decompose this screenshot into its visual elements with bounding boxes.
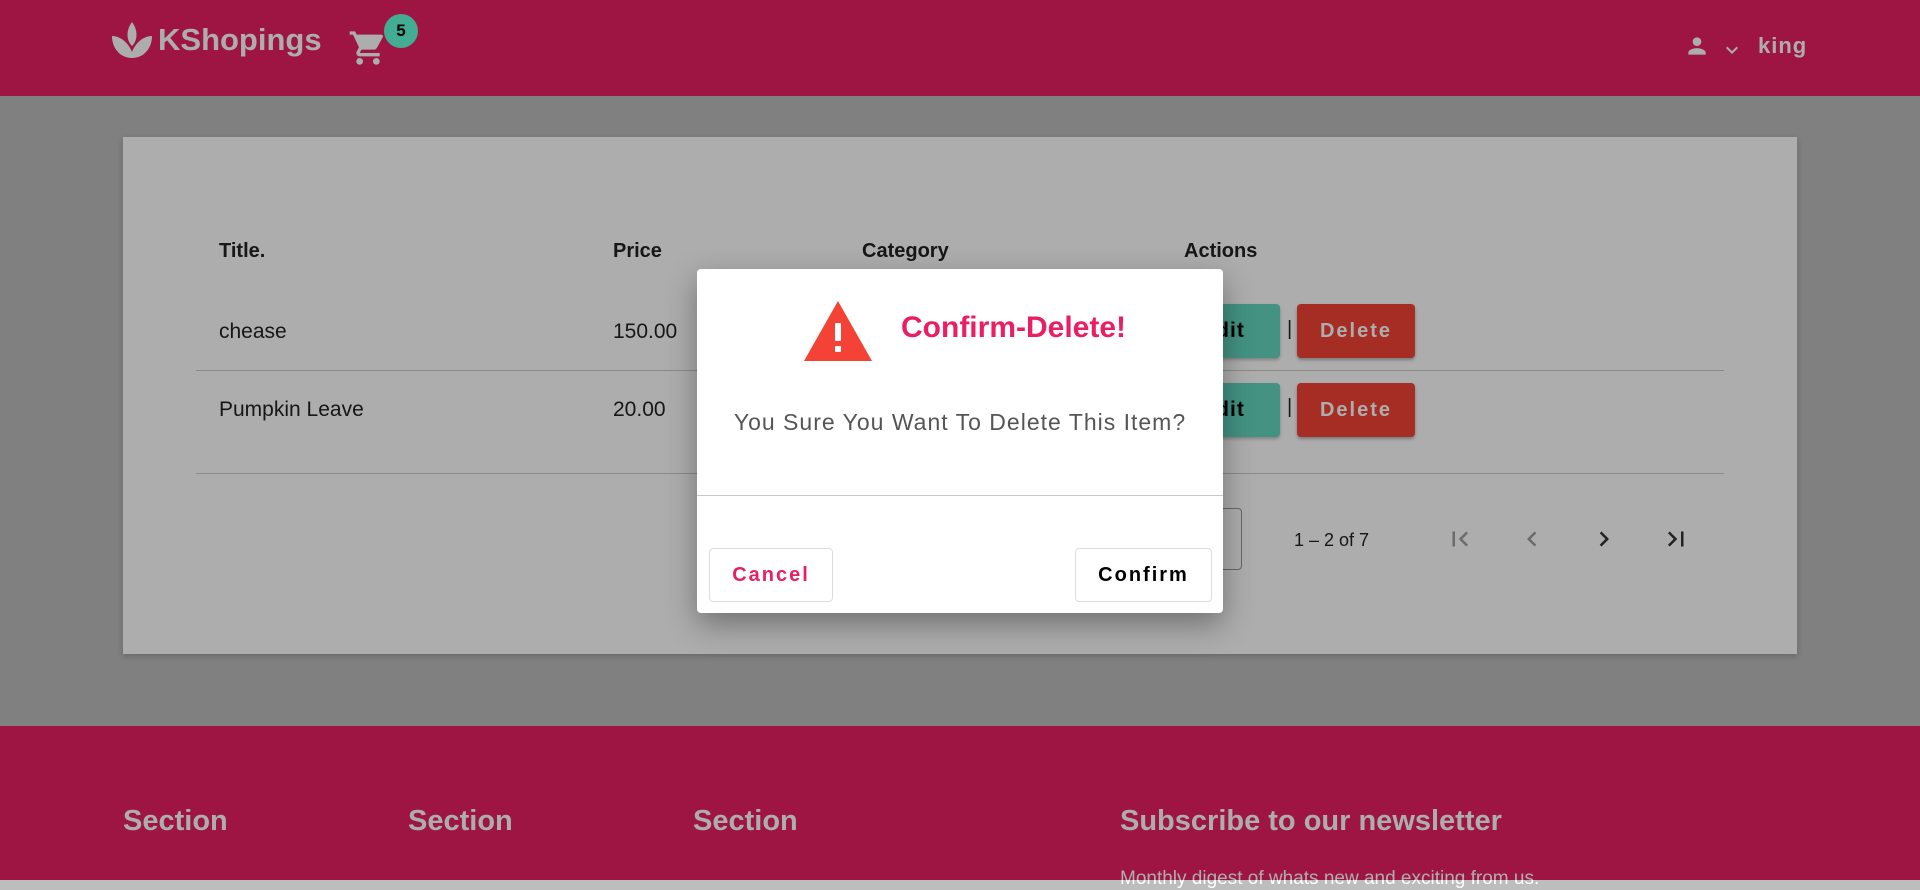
dialog-title: Confirm-Delete!: [901, 311, 1127, 344]
warning-icon: [804, 301, 872, 361]
cancel-button[interactable]: Cancel: [709, 548, 833, 602]
confirm-button[interactable]: Confirm: [1075, 548, 1212, 602]
dialog-message: You Sure You Want To Delete This Item?: [733, 409, 1187, 435]
confirm-delete-dialog: Confirm-Delete! You Sure You Want To Del…: [697, 269, 1223, 613]
dialog-divider: [697, 495, 1223, 496]
